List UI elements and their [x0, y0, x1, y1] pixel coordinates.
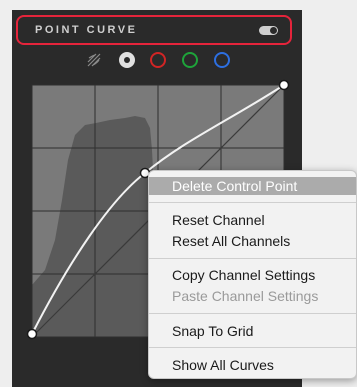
menu-item-reset-all-channels[interactable]: Reset All Channels — [149, 232, 356, 250]
menu-item-show-all-curves[interactable]: Show All Curves — [149, 356, 356, 374]
menu-separator — [149, 313, 356, 314]
menu-item-reset-channel[interactable]: Reset Channel — [149, 211, 356, 229]
menu-item-snap-to-grid[interactable]: Snap To Grid — [149, 322, 356, 340]
control-point-start[interactable] — [26, 328, 38, 340]
menu-item-paste-channel-settings[interactable]: Paste Channel Settings — [149, 287, 356, 305]
context-menu: Delete Control Point Reset Channel Reset… — [148, 170, 357, 379]
menu-separator — [149, 202, 356, 203]
menu-item-copy-channel-settings[interactable]: Copy Channel Settings — [149, 266, 356, 284]
menu-item-delete-control-point[interactable]: Delete Control Point — [149, 177, 356, 195]
menu-separator — [149, 258, 356, 259]
menu-separator — [149, 347, 356, 348]
control-point-end[interactable] — [278, 79, 290, 91]
